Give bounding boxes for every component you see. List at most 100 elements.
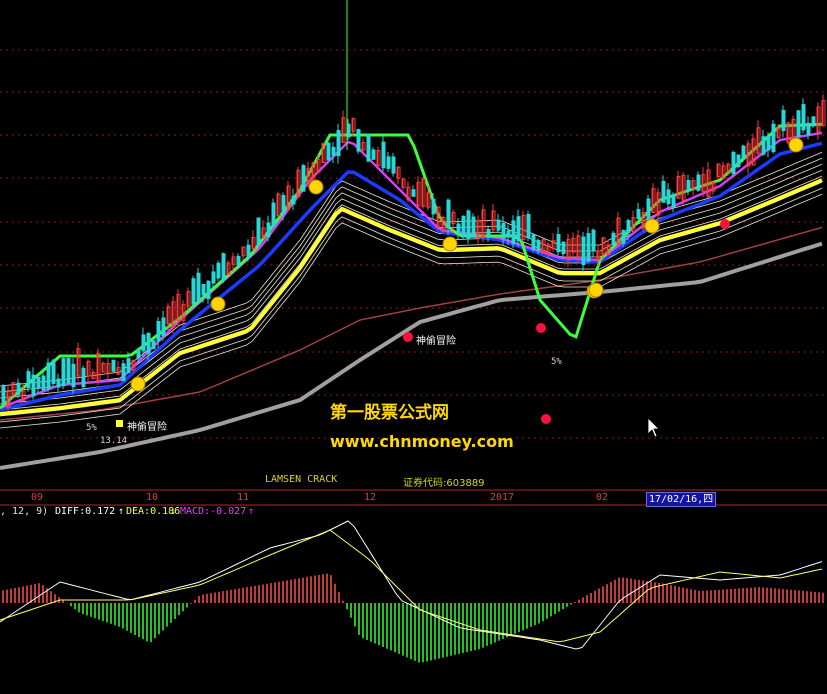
candle-body (256, 217, 261, 246)
candle-body (586, 233, 591, 262)
candle-body (336, 129, 341, 157)
candle-body (531, 234, 536, 250)
candle-body (31, 374, 36, 397)
candle-body (156, 320, 161, 342)
signal-label: 神偷冒险 (127, 422, 167, 433)
candle-body (556, 234, 561, 253)
macd-value: MACD:-0.027 (180, 506, 247, 517)
candle-body (41, 375, 46, 391)
candle-body (466, 210, 471, 240)
candle-body (211, 271, 216, 284)
candle-body (266, 222, 271, 238)
candle-body (191, 278, 196, 305)
candle-body (221, 253, 226, 280)
axis-tick: 11 (237, 492, 250, 503)
candle-body (611, 232, 616, 245)
cursor-date[interactable]: 17/02/16,四 (646, 492, 717, 507)
candle-body (71, 363, 76, 388)
red-dot-marker (720, 219, 730, 229)
candle-body (381, 141, 386, 169)
smiley-marker (442, 236, 458, 252)
candle-body (161, 317, 166, 337)
diff-arrow: ↑ (118, 506, 125, 517)
axis-tick: 12 (364, 492, 377, 503)
candle-body (456, 223, 461, 233)
candle-body (511, 220, 516, 245)
candle-body (771, 123, 776, 152)
candle-body (246, 244, 251, 258)
candle-body (801, 104, 806, 131)
chart-window: 第一股票公式网 www.chnmoney.com LAMSEN CRACK 证券… (0, 0, 827, 694)
candle-body (671, 194, 676, 208)
candle-body (501, 223, 506, 239)
candle-body (486, 228, 491, 237)
candle-body (386, 156, 391, 169)
stock-chart (0, 0, 827, 663)
candle-body (471, 216, 476, 237)
candle-body (331, 146, 336, 156)
candle-body (326, 142, 331, 161)
red-dot-marker (403, 332, 413, 342)
stock-code: 证券代码:603889 (403, 478, 485, 489)
signal-label: 神偷冒险 (416, 336, 456, 347)
cursor-icon (647, 417, 660, 438)
candle-body (51, 360, 56, 384)
candle-body (46, 362, 51, 389)
axis-tick: 10 (146, 492, 159, 503)
candle-body (16, 382, 21, 395)
candle-body (781, 109, 786, 132)
candle-body (201, 283, 206, 296)
candle-body (126, 358, 131, 374)
indicator-params: , 12, 9) (0, 506, 49, 517)
candle-body (696, 174, 701, 191)
diff-value: DIFF:0.172 (55, 506, 116, 517)
candle-body (666, 189, 671, 205)
candle-body (56, 378, 61, 388)
candle-body (741, 145, 746, 159)
watermark-cn: 第一股票公式网 (330, 403, 449, 423)
candle-body (81, 367, 86, 387)
candle-body (121, 363, 126, 382)
candle-body (496, 219, 501, 231)
candle-body (581, 236, 586, 266)
candle-body (196, 272, 201, 302)
candle-body (36, 376, 41, 389)
smiley-marker (588, 282, 604, 298)
candle-body (66, 358, 71, 384)
credit-text: LAMSEN CRACK (265, 474, 338, 485)
pct-label: 5% (551, 357, 562, 367)
candle-body (136, 349, 141, 359)
candle-body (661, 180, 666, 203)
candle-body (61, 358, 66, 387)
candle-body (151, 340, 156, 350)
candle-body (391, 156, 396, 174)
candle-body (431, 198, 436, 215)
smiley-marker (210, 296, 226, 312)
candle-body (796, 110, 801, 137)
axis-tick: 02 (596, 492, 609, 503)
axis-tick: 09 (31, 492, 44, 503)
candle-body (461, 216, 466, 238)
low-value-label: 13.14 (100, 436, 128, 446)
smiley-marker (788, 137, 804, 153)
candle-body (301, 165, 306, 192)
candle-body (561, 241, 566, 255)
candle-body (621, 230, 626, 244)
candle-body (766, 135, 771, 151)
candle-body (1, 385, 6, 404)
candle-body (206, 280, 211, 300)
candle-body (811, 116, 816, 127)
candle-body (806, 122, 811, 135)
candle-body (761, 136, 766, 155)
smiley-marker (130, 376, 146, 392)
candle-body (366, 133, 371, 162)
candle-body (356, 129, 361, 152)
signal-square (116, 420, 123, 427)
ma-long-brown (0, 226, 823, 421)
smiley-marker (644, 218, 660, 234)
macd-arrow: ↑ (248, 506, 255, 517)
red-dot-marker (536, 323, 546, 333)
candle-body (446, 199, 451, 229)
candle-body (146, 332, 151, 354)
candle-body (411, 189, 416, 197)
